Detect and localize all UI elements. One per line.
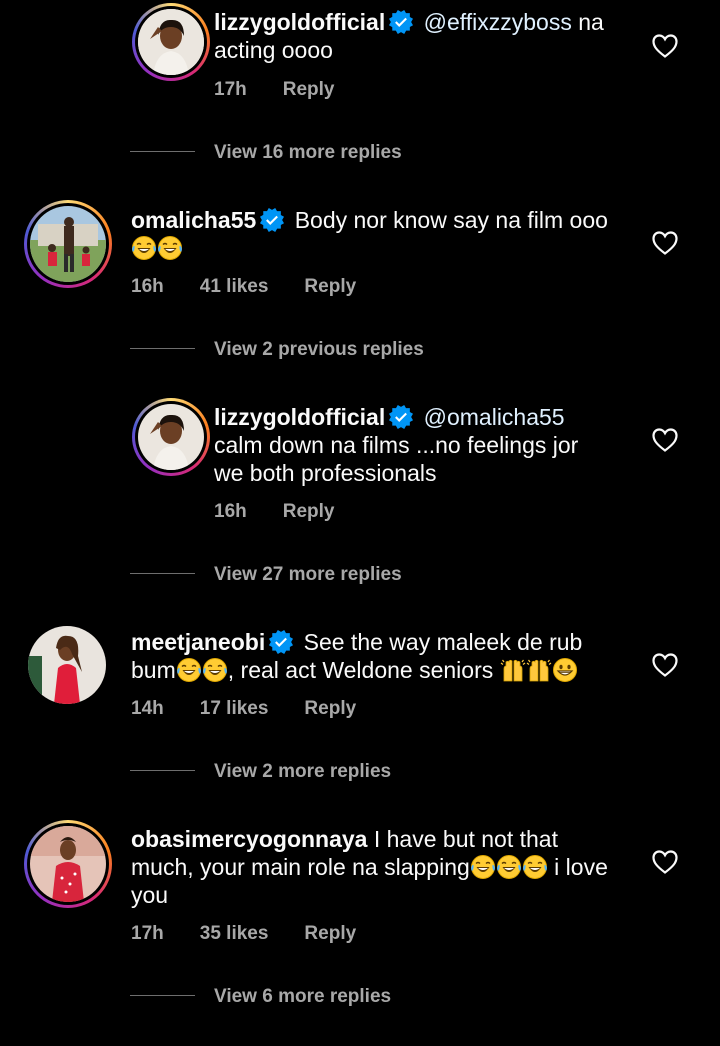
username[interactable]: lizzygoldofficial (214, 9, 385, 35)
avatar[interactable] (132, 3, 210, 81)
tears-of-joy-emoji (470, 854, 496, 880)
comment-time: 16h (131, 276, 164, 297)
reply-button[interactable]: Reply (304, 923, 356, 944)
tears-of-joy-emoji (496, 854, 522, 880)
verified-badge-icon (389, 405, 413, 429)
tears-of-joy-emoji (522, 854, 548, 880)
reply-button[interactable]: Reply (283, 501, 335, 522)
heart-icon[interactable] (652, 34, 678, 58)
divider-line (130, 151, 195, 152)
view-replies-button[interactable]: View 16 more replies (130, 142, 402, 164)
comment-text: obasimercyogonnaya I have but not that m… (131, 826, 608, 908)
avatar[interactable] (24, 820, 112, 908)
comment-meta: 17h 35 likes Reply (131, 923, 392, 945)
username[interactable]: obasimercyogonnaya (131, 826, 367, 852)
comment-time: 14h (131, 698, 164, 719)
likes-count[interactable]: 41 likes (200, 276, 269, 297)
divider-line (130, 573, 195, 574)
profile-photo (28, 626, 106, 704)
avatar[interactable] (28, 626, 106, 704)
tears-of-joy-emoji (176, 657, 202, 683)
comment-time: 17h (214, 79, 247, 100)
reply-button[interactable]: Reply (304, 276, 356, 297)
mention-link[interactable]: @omalicha55 (424, 404, 565, 430)
username[interactable]: meetjaneobi (131, 629, 265, 655)
comment-text: meetjaneobi See the way maleek de rub bu… (131, 629, 583, 683)
view-replies-button[interactable]: View 6 more replies (130, 986, 391, 1008)
comment-text: lizzygoldofficial @effixzzyboss na actin… (214, 9, 604, 63)
heart-icon[interactable] (652, 231, 678, 255)
username[interactable]: lizzygoldofficial (214, 404, 385, 430)
heart-icon[interactable] (652, 850, 678, 874)
view-replies-button[interactable]: View 27 more replies (130, 564, 402, 586)
mention-link[interactable]: @effixzzyboss (424, 9, 572, 35)
reply-button[interactable]: Reply (304, 698, 356, 719)
profile-photo (30, 826, 106, 902)
divider-line (130, 348, 195, 349)
tears-of-joy-emoji (157, 235, 183, 261)
comment-meta: 14h 17 likes Reply (131, 698, 392, 720)
profile-photo (30, 206, 106, 282)
comment-meta: 16h Reply (214, 501, 371, 523)
likes-count[interactable]: 17 likes (200, 698, 269, 719)
heart-icon[interactable] (652, 428, 678, 452)
divider-line (130, 770, 195, 771)
profile-photo (138, 9, 204, 75)
username[interactable]: omalicha55 (131, 207, 256, 233)
avatar[interactable] (132, 398, 210, 476)
comment-meta: 16h 41 likes Reply (131, 276, 392, 298)
comment-time: 17h (131, 923, 164, 944)
likes-count[interactable]: 35 likes (200, 923, 269, 944)
view-replies-button[interactable]: View 2 more replies (130, 761, 391, 783)
verified-badge-icon (389, 10, 413, 34)
reply-button[interactable]: Reply (283, 79, 335, 100)
grinning-emoji (552, 657, 578, 683)
verified-badge-icon (260, 208, 284, 232)
comment-meta: 17h Reply (214, 79, 371, 101)
comment-text: omalicha55 Body nor know say na film ooo (131, 206, 611, 262)
tears-of-joy-emoji (202, 657, 228, 683)
comment-text: lizzygoldofficial @omalicha55 calm down … (214, 404, 579, 486)
raised-hands-emoji (500, 657, 526, 683)
heart-icon[interactable] (652, 653, 678, 677)
verified-badge-icon (269, 630, 293, 654)
avatar[interactable] (24, 200, 112, 288)
view-replies-button[interactable]: View 2 previous replies (130, 339, 424, 361)
divider-line (130, 995, 195, 996)
profile-photo (138, 404, 204, 470)
raised-hands-emoji (526, 657, 552, 683)
comment-time: 16h (214, 501, 247, 522)
tears-of-joy-emoji (131, 235, 157, 261)
